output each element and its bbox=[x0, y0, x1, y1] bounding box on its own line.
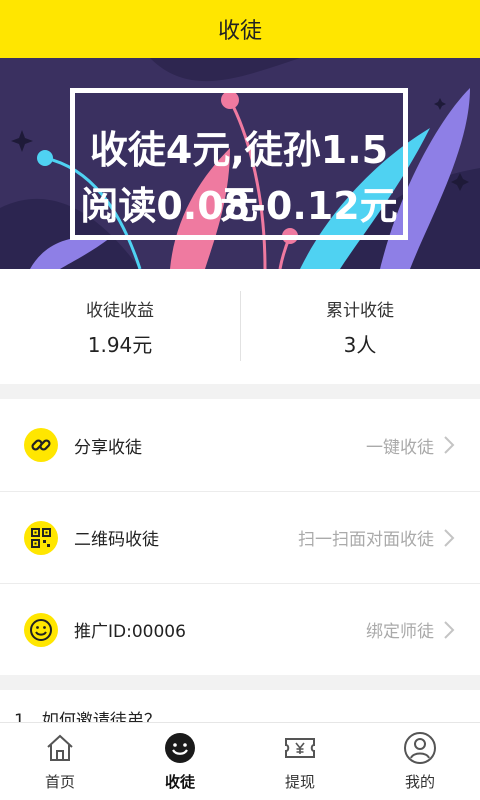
stat-disciples: 累计收徒 3人 bbox=[240, 269, 480, 384]
tab-mine[interactable]: 我的 bbox=[360, 723, 480, 800]
user-icon bbox=[404, 732, 436, 764]
banner-frame: 收徒4元,徒孙1.5元 阅读0.08-0.12元 bbox=[70, 88, 408, 240]
tab-recruit[interactable]: 收徒 bbox=[120, 723, 240, 800]
tab-withdraw[interactable]: 提现 bbox=[240, 723, 360, 800]
stats-panel: 收徒收益 1.94元 累计收徒 3人 bbox=[0, 269, 480, 384]
menu-item-promo-id-label: 推广ID:00006 bbox=[74, 622, 186, 642]
tab-withdraw-label: 提现 bbox=[284, 773, 315, 791]
menu-item-promo-id-hint: 绑定师徒 bbox=[366, 622, 434, 642]
menu-item-qrcode-hint: 扫一扫面对面收徒 bbox=[298, 530, 434, 550]
menu-item-share-hint: 一键收徒 bbox=[366, 437, 434, 458]
chevron-right-icon bbox=[444, 620, 455, 639]
menu-item-promo-id[interactable]: 推广ID:00006 绑定师徒 bbox=[0, 583, 480, 675]
home-icon bbox=[47, 734, 73, 761]
stat-disciples-label: 累计收徒 bbox=[326, 300, 394, 321]
stats-divider bbox=[240, 291, 241, 361]
chevron-right-icon bbox=[444, 436, 455, 454]
menu-item-qrcode[interactable]: 二维码收徒 扫一扫面对面收徒 bbox=[0, 491, 480, 583]
qr-code-icon bbox=[24, 520, 58, 555]
bottom-tab-bar: 首页 收徒 提现 我的 bbox=[0, 722, 480, 800]
menu-item-share[interactable]: 分享收徒 一键收徒 bbox=[0, 399, 480, 491]
tab-home-label: 首页 bbox=[44, 773, 75, 791]
stat-earnings: 收徒收益 1.94元 bbox=[0, 269, 240, 384]
stat-disciples-value: 3人 bbox=[343, 332, 377, 357]
smiley-face-icon bbox=[165, 733, 195, 763]
menu-item-qrcode-label: 二维码收徒 bbox=[74, 530, 159, 550]
tab-mine-label: 我的 bbox=[404, 773, 435, 791]
invite-menu: 分享收徒 一键收徒 二维码收徒 扫一扫面对面收徒 推广ID:00006 绑定师徒 bbox=[0, 399, 480, 675]
stat-earnings-label: 收徒收益 bbox=[86, 300, 154, 321]
chevron-right-icon bbox=[444, 528, 455, 547]
tab-recruit-label: 收徒 bbox=[164, 773, 195, 791]
banner-subline: 阅读0.08-0.12元 bbox=[80, 184, 398, 228]
link-icon bbox=[24, 428, 58, 462]
promo-banner[interactable]: 收徒4元,徒孙1.5元 阅读0.08-0.12元 bbox=[0, 58, 480, 269]
header-bar: 收徒 bbox=[0, 0, 480, 58]
tab-home[interactable]: 首页 bbox=[0, 723, 120, 800]
menu-item-share-label: 分享收徒 bbox=[74, 437, 142, 458]
smiley-icon bbox=[24, 612, 58, 647]
ticket-yen-icon bbox=[285, 738, 315, 758]
stat-earnings-value: 1.94元 bbox=[87, 332, 153, 357]
page-title: 收徒 bbox=[217, 19, 262, 44]
